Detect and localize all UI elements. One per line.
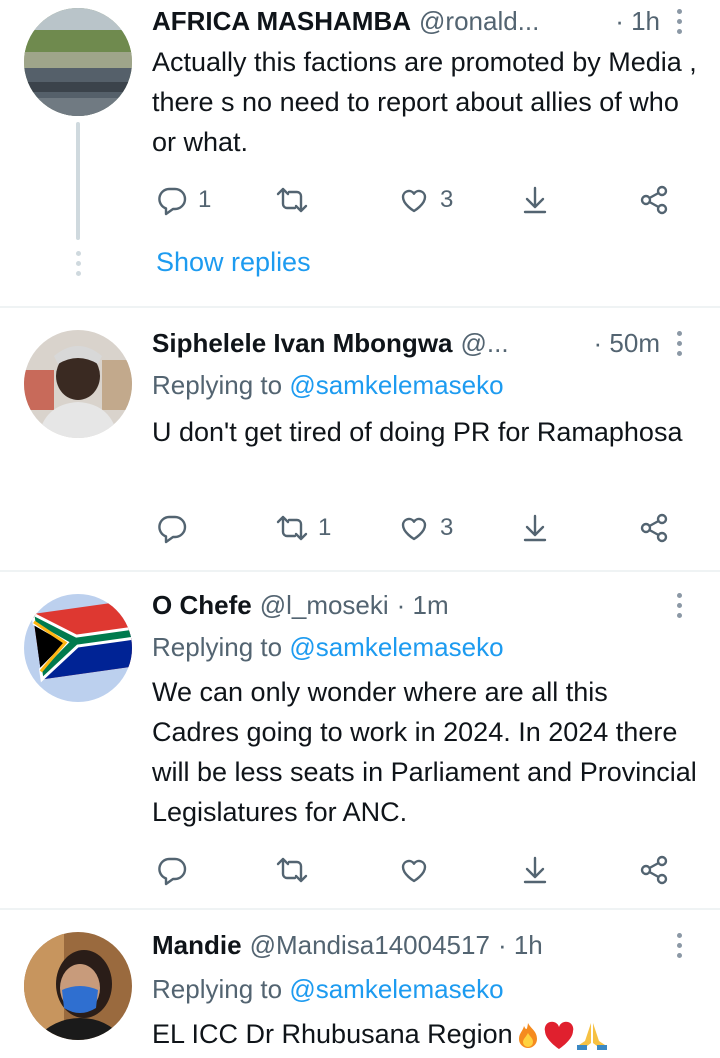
reply-button[interactable] [156,850,188,890]
like-count: 3 [440,186,454,213]
tweet-header: Siphelele Ivan Mbongwa @... · 50m [152,326,660,360]
display-name[interactable]: O Chefe [152,588,252,622]
user-handle[interactable]: @l_moseki [260,588,389,622]
reply-icon [158,515,187,544]
tweet-siphelele[interactable]: Siphelele Ivan Mbongwa @... · 50m Replyi… [0,308,720,570]
timestamp[interactable]: · 50m [594,326,660,360]
action-bar: 1 3 [0,508,720,548]
retweet-button[interactable]: 1 [276,508,331,548]
display-name[interactable]: Mandie [152,928,242,962]
retweet-button[interactable] [276,850,308,890]
reply-icon [158,857,187,886]
like-button[interactable]: 3 [398,508,453,548]
like-icon [401,859,427,883]
more-vertical-icon[interactable] [672,588,686,622]
avatar[interactable] [24,8,132,116]
pray-emoji [576,1022,607,1050]
action-bar: 1 3 [0,180,720,220]
user-handle[interactable]: @Mandisa14004517 [250,928,490,962]
avatar[interactable] [24,330,132,438]
retweet-icon [276,515,308,541]
replying-to-line: Replying to @samkelemaseko [152,972,504,1006]
heart-emoji [544,1021,573,1049]
share-button[interactable] [638,850,670,890]
bookmark-download-icon [523,514,547,542]
tweet-text: We can only wonder where are all this Ca… [152,677,697,827]
user-handle[interactable]: @... [461,326,509,360]
tweet-text: U don't get tired of doing PR for Ramaph… [152,417,683,447]
show-replies-link[interactable]: Show replies [156,244,311,280]
more-vertical-icon[interactable] [672,4,686,38]
tweet-header: AFRICA MASHAMBA @ronald... · 1h [152,4,660,38]
replying-to-line: Replying to @samkelemaseko [152,368,504,402]
like-button[interactable] [398,850,430,890]
fire-emoji [518,1022,537,1048]
mention-link[interactable]: @samkelemaseko [289,974,503,1004]
tweet-text: Actually this factions are promoted by M… [152,47,697,157]
like-icon [401,517,427,541]
tweet-header: O Chefe @l_moseki · 1m [152,588,660,622]
share-button[interactable] [638,508,670,548]
mention-link[interactable]: @samkelemaseko [289,632,503,662]
retweet-icon [276,857,308,883]
replying-to-label: Replying to [152,632,283,662]
tweet-o-chefe[interactable]: O Chefe @l_moseki · 1m Replying to @samk… [0,572,720,908]
more-vertical-icon[interactable] [672,928,686,962]
save-button[interactable] [519,850,551,890]
tweet-text: EL ICC Dr Rhubusana Region [152,1019,513,1049]
tweet-mandie[interactable]: Mandie @Mandisa14004517 · 1h Replying to… [0,910,720,1058]
user-handle[interactable]: @ronald... [419,4,539,38]
like-button[interactable]: 3 [398,180,453,220]
share-icon [640,185,668,215]
share-button[interactable] [638,180,670,220]
avatar[interactable] [24,932,132,1040]
replying-to-label: Replying to [152,370,283,400]
replying-to-label: Replying to [152,974,283,1004]
reply-button[interactable]: 1 [156,180,211,220]
display-name[interactable]: Siphelele Ivan Mbongwa [152,326,453,360]
bookmark-download-icon [523,186,547,214]
save-button[interactable] [519,508,551,548]
retweet-count: 1 [318,514,332,541]
retweet-icon [276,187,308,213]
reply-button[interactable] [156,508,198,548]
retweet-button[interactable] [276,180,318,220]
like-count: 3 [440,514,454,541]
tweet-header: Mandie @Mandisa14004517 · 1h [152,928,660,962]
timestamp[interactable]: · 1h [615,4,660,38]
timestamp[interactable]: · 1m [397,588,449,622]
reply-count: 1 [198,186,212,213]
replying-to-line: Replying to @samkelemaseko [152,630,504,664]
save-button[interactable] [519,180,551,220]
timestamp[interactable]: · 1h [498,928,543,962]
share-icon [640,513,668,543]
mention-link[interactable]: @samkelemaseko [289,370,503,400]
tweet-africa-mashamba[interactable]: AFRICA MASHAMBA @ronald... · 1h Actually… [0,0,720,306]
share-icon [640,855,668,885]
bookmark-download-icon [523,856,547,884]
display-name[interactable]: AFRICA MASHAMBA [152,4,411,38]
tweet-text-container: EL ICC Dr Rhubusana Region [152,1014,702,1054]
avatar[interactable] [24,594,132,702]
more-vertical-icon[interactable] [672,326,686,360]
action-bar [0,850,720,890]
like-icon [401,189,427,213]
reply-icon [158,187,187,216]
